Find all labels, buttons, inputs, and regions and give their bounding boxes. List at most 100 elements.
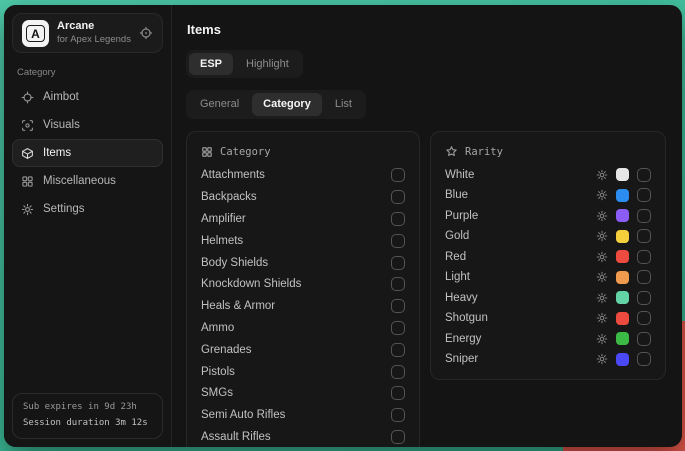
rarity-panel: Rarity White Blue Purple Gold Red Light … bbox=[430, 131, 666, 380]
sidebar-item-miscellaneous[interactable]: Miscellaneous bbox=[12, 167, 163, 195]
category-label: Knockdown Shields bbox=[201, 278, 301, 290]
checkbox[interactable] bbox=[391, 321, 405, 335]
sidebar-item-aimbot[interactable]: Aimbot bbox=[12, 83, 163, 111]
rarity-row: Energy bbox=[445, 329, 651, 350]
tab-list[interactable]: List bbox=[324, 93, 363, 115]
category-row: SMGs bbox=[201, 383, 405, 405]
category-label: Body Shields bbox=[201, 257, 268, 269]
color-swatch[interactable] bbox=[616, 250, 629, 263]
app-logo: A bbox=[22, 20, 49, 47]
rarity-label: Heavy bbox=[445, 292, 596, 304]
checkbox[interactable] bbox=[391, 190, 405, 204]
highlight-toggle-button[interactable]: Highlight bbox=[235, 53, 300, 75]
category-row: Helmets bbox=[201, 230, 405, 252]
category-label: Semi Auto Rifles bbox=[201, 409, 285, 421]
target-icon[interactable] bbox=[139, 26, 153, 40]
checkbox[interactable] bbox=[637, 229, 651, 243]
checkbox[interactable] bbox=[637, 250, 651, 264]
checkbox[interactable] bbox=[637, 311, 651, 325]
checkbox[interactable] bbox=[637, 352, 651, 366]
rarity-label: Gold bbox=[445, 230, 596, 242]
color-swatch[interactable] bbox=[616, 209, 629, 222]
gear-icon[interactable] bbox=[596, 251, 608, 263]
tab-category[interactable]: Category bbox=[252, 93, 322, 115]
gear-icon[interactable] bbox=[596, 189, 608, 201]
category-panel-header: Category bbox=[201, 141, 405, 163]
checkbox[interactable] bbox=[391, 212, 405, 226]
category-label: Helmets bbox=[201, 235, 243, 247]
tabs-row: General Category List bbox=[186, 90, 668, 118]
main-content: Items ESP Highlight General Category Lis… bbox=[172, 5, 682, 447]
checkbox[interactable] bbox=[637, 332, 651, 346]
color-swatch[interactable] bbox=[616, 353, 629, 366]
checkbox[interactable] bbox=[391, 234, 405, 248]
gear-icon[interactable] bbox=[596, 169, 608, 181]
category-row: Body Shields bbox=[201, 252, 405, 274]
rarity-label: Blue bbox=[445, 189, 596, 201]
gear-icon[interactable] bbox=[596, 292, 608, 304]
app-subtitle: for Apex Legends bbox=[57, 34, 131, 45]
panels-row: Category Attachments Backpacks Amplifier… bbox=[186, 131, 668, 447]
items-tabs: General Category List bbox=[186, 90, 366, 118]
rarity-row: Heavy bbox=[445, 288, 651, 309]
checkbox[interactable] bbox=[391, 256, 405, 270]
category-label: Assault Rifles bbox=[201, 431, 271, 443]
app-header-titles: Arcane for Apex Legends bbox=[57, 20, 131, 46]
gear-icon[interactable] bbox=[596, 210, 608, 222]
sidebar-item-items[interactable]: Items bbox=[12, 139, 163, 167]
category-row: Attachments bbox=[201, 165, 405, 187]
category-label: Heals & Armor bbox=[201, 300, 275, 312]
gear-icon[interactable] bbox=[596, 312, 608, 324]
grid-icon bbox=[201, 146, 213, 158]
color-swatch[interactable] bbox=[616, 271, 629, 284]
checkbox[interactable] bbox=[637, 291, 651, 305]
color-swatch[interactable] bbox=[616, 189, 629, 202]
category-row: Ammo bbox=[201, 317, 405, 339]
checkbox[interactable] bbox=[391, 430, 405, 444]
esp-toggle-button[interactable]: ESP bbox=[189, 53, 233, 75]
gear-icon[interactable] bbox=[596, 353, 608, 365]
color-swatch[interactable] bbox=[616, 291, 629, 304]
category-label: Grenades bbox=[201, 344, 252, 356]
checkbox[interactable] bbox=[391, 299, 405, 313]
checkbox[interactable] bbox=[391, 386, 405, 400]
rarity-row: Light bbox=[445, 267, 651, 288]
sidebar-spacer bbox=[12, 223, 163, 393]
color-swatch[interactable] bbox=[616, 168, 629, 181]
sidebar-item-label: Miscellaneous bbox=[43, 175, 116, 187]
checkbox[interactable] bbox=[637, 188, 651, 202]
color-swatch[interactable] bbox=[616, 230, 629, 243]
gear-icon bbox=[21, 203, 34, 216]
sidebar-item-label: Items bbox=[43, 147, 71, 159]
checkbox[interactable] bbox=[637, 270, 651, 284]
checkbox[interactable] bbox=[391, 408, 405, 422]
sidebar-item-visuals[interactable]: Visuals bbox=[12, 111, 163, 139]
rarity-row: Purple bbox=[445, 206, 651, 227]
checkbox[interactable] bbox=[391, 168, 405, 182]
gear-icon[interactable] bbox=[596, 230, 608, 242]
sidebar-item-settings[interactable]: Settings bbox=[12, 195, 163, 223]
category-label: Attachments bbox=[201, 169, 265, 181]
sidebar-item-label: Settings bbox=[43, 203, 85, 215]
sidebar-item-label: Visuals bbox=[43, 119, 80, 131]
category-label: Backpacks bbox=[201, 191, 257, 203]
checkbox[interactable] bbox=[391, 343, 405, 357]
checkbox[interactable] bbox=[637, 168, 651, 182]
esp-highlight-toggle: ESP Highlight bbox=[186, 50, 303, 78]
checkbox[interactable] bbox=[637, 209, 651, 223]
color-swatch[interactable] bbox=[616, 312, 629, 325]
checkbox[interactable] bbox=[391, 277, 405, 291]
color-swatch[interactable] bbox=[616, 332, 629, 345]
gear-icon[interactable] bbox=[596, 333, 608, 345]
rarity-row: Blue bbox=[445, 185, 651, 206]
sidebar-section-label: Category bbox=[17, 67, 158, 78]
category-row: Grenades bbox=[201, 339, 405, 361]
category-row: Assault Rifles bbox=[201, 426, 405, 447]
app-logo-letter: A bbox=[26, 25, 45, 42]
checkbox[interactable] bbox=[391, 365, 405, 379]
rarity-label: Energy bbox=[445, 333, 596, 345]
rarity-label: Sniper bbox=[445, 353, 596, 365]
tab-general[interactable]: General bbox=[189, 93, 250, 115]
page-title: Items bbox=[187, 22, 668, 37]
gear-icon[interactable] bbox=[596, 271, 608, 283]
